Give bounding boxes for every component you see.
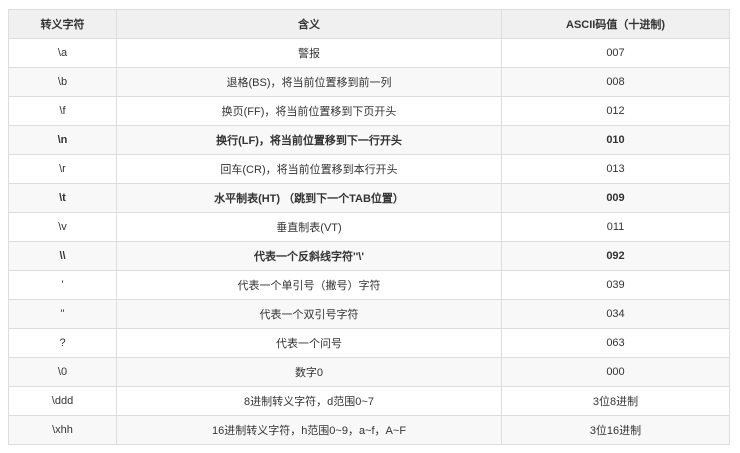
cell-ascii-code: 007 xyxy=(501,38,730,68)
escape-character-table: 转义字符 含义 ASCII码值（十进制) \a 警报 007 \b 退格(BS)，将当前… xyxy=(8,9,730,445)
table-row: \0 数字0 000 xyxy=(8,357,730,387)
table-row: \t 水平制表(HT) （跳到下一个TAB位置） 009 xyxy=(8,183,730,213)
cell-meaning: 代表一个单引号（撇号）字符 xyxy=(116,270,502,300)
cell-ascii-code: 063 xyxy=(501,328,730,358)
cell-escape-char: ' xyxy=(8,270,117,300)
table-row: \r 回车(CR)，将当前位置移到本行开头 013 xyxy=(8,154,730,184)
table-body: \a 警报 007 \b 退格(BS)，将当前位置移到前一列 008 \f 换页(FF)，将当… xyxy=(8,38,730,445)
cell-escape-char: \0 xyxy=(8,357,117,387)
cell-escape-char: \a xyxy=(8,38,117,68)
cell-ascii-code: 3位8进制 xyxy=(501,386,730,416)
cell-escape-char: \ddd xyxy=(8,386,117,416)
table-row: \n 换行(LF)，将当前位置移到下一行开头 010 xyxy=(8,125,730,155)
cell-ascii-code: 008 xyxy=(501,67,730,97)
cell-ascii-code: 010 xyxy=(501,125,730,155)
cell-escape-char: \\ xyxy=(8,241,117,271)
cell-meaning: 水平制表(HT) （跳到下一个TAB位置） xyxy=(116,183,502,213)
cell-escape-char: \v xyxy=(8,212,117,242)
header-ascii-code: ASCII码值（十进制) xyxy=(501,9,730,39)
cell-meaning: 换页(FF)，将当前位置移到下页开头 xyxy=(116,96,502,126)
table-row: \\ 代表一个反斜线字符''\' 092 xyxy=(8,241,730,271)
cell-meaning: 垂直制表(VT) xyxy=(116,212,502,242)
table-row: \v 垂直制表(VT) 011 xyxy=(8,212,730,242)
cell-meaning: 换行(LF)，将当前位置移到下一行开头 xyxy=(116,125,502,155)
cell-ascii-code: 012 xyxy=(501,96,730,126)
cell-escape-char: ? xyxy=(8,328,117,358)
cell-meaning: 16进制转义字符，h范围0~9，a~f，A~F xyxy=(116,415,502,445)
header-meaning: 含义 xyxy=(116,9,502,39)
table-row: \b 退格(BS)，将当前位置移到前一列 008 xyxy=(8,67,730,97)
cell-escape-char: \xhh xyxy=(8,415,117,445)
cell-meaning: 代表一个反斜线字符''\' xyxy=(116,241,502,271)
table-header-row: 转义字符 含义 ASCII码值（十进制) xyxy=(8,9,730,39)
cell-meaning: 退格(BS)，将当前位置移到前一列 xyxy=(116,67,502,97)
header-escape-char: 转义字符 xyxy=(8,9,117,39)
cell-meaning: 8进制转义字符，d范围0~7 xyxy=(116,386,502,416)
cell-ascii-code: 000 xyxy=(501,357,730,387)
cell-ascii-code: 039 xyxy=(501,270,730,300)
table-row: ' 代表一个单引号（撇号）字符 039 xyxy=(8,270,730,300)
cell-escape-char: \n xyxy=(8,125,117,155)
table-row: \ddd 8进制转义字符，d范围0~7 3位8进制 xyxy=(8,386,730,416)
cell-meaning: 回车(CR)，将当前位置移到本行开头 xyxy=(116,154,502,184)
table-row: " 代表一个双引号字符 034 xyxy=(8,299,730,329)
table-row: \f 换页(FF)，将当前位置移到下页开头 012 xyxy=(8,96,730,126)
cell-escape-char: \f xyxy=(8,96,117,126)
cell-escape-char: \b xyxy=(8,67,117,97)
cell-ascii-code: 009 xyxy=(501,183,730,213)
table-row: \a 警报 007 xyxy=(8,38,730,68)
cell-ascii-code: 011 xyxy=(501,212,730,242)
cell-ascii-code: 3位16进制 xyxy=(501,415,730,445)
escape-table-container: 转义字符 含义 ASCII码值（十进制) \a 警报 007 \b 退格(BS)，将当前… xyxy=(8,9,730,445)
cell-escape-char: " xyxy=(8,299,117,329)
cell-escape-char: \r xyxy=(8,154,117,184)
cell-meaning: 代表一个问号 xyxy=(116,328,502,358)
cell-ascii-code: 092 xyxy=(501,241,730,271)
cell-meaning: 代表一个双引号字符 xyxy=(116,299,502,329)
table-row: ? 代表一个问号 063 xyxy=(8,328,730,358)
table-row: \xhh 16进制转义字符，h范围0~9，a~f，A~F 3位16进制 xyxy=(8,415,730,445)
cell-ascii-code: 013 xyxy=(501,154,730,184)
cell-meaning: 警报 xyxy=(116,38,502,68)
cell-ascii-code: 034 xyxy=(501,299,730,329)
cell-meaning: 数字0 xyxy=(116,357,502,387)
cell-escape-char: \t xyxy=(8,183,117,213)
